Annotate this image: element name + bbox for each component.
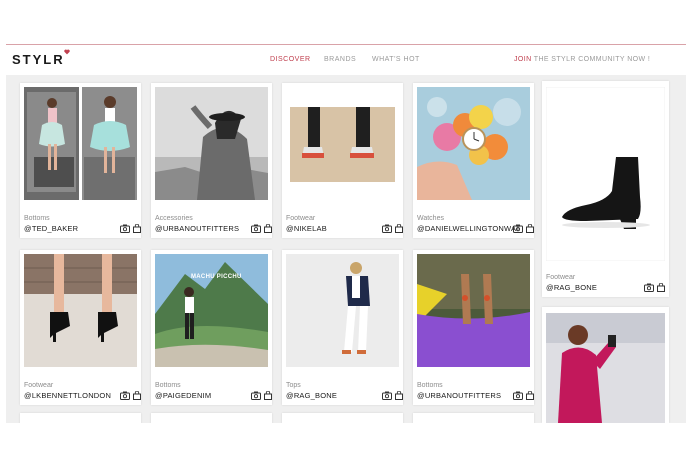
camera-icon[interactable]: [644, 283, 654, 292]
post-image[interactable]: [155, 254, 268, 367]
post-image[interactable]: [286, 254, 399, 367]
post-category: Tops: [286, 382, 301, 389]
post-card[interactable]: [151, 413, 272, 423]
post-card[interactable]: Watches @DANIELWELLINGTONWAT: [413, 83, 534, 238]
nav-discover[interactable]: DISCOVER: [270, 56, 311, 63]
post-category: Accessories: [155, 215, 193, 222]
post-image[interactable]: [417, 254, 530, 367]
post-category: Watches: [417, 215, 444, 222]
camera-icon[interactable]: [120, 391, 130, 400]
post-image[interactable]: [155, 87, 268, 200]
post-card[interactable]: [542, 307, 669, 423]
post-user[interactable]: @TED_BAKER: [24, 224, 78, 233]
camera-icon[interactable]: [382, 391, 392, 400]
post-image[interactable]: [546, 313, 665, 423]
post-user[interactable]: @NIKELAB: [286, 224, 327, 233]
post-image[interactable]: [417, 87, 530, 200]
image-caption: MACHU PICCHU: [191, 274, 242, 280]
post-image[interactable]: [546, 87, 665, 261]
post-user[interactable]: @LKBENNETTLONDON: [24, 391, 111, 400]
post-image[interactable]: [24, 254, 137, 367]
camera-icon[interactable]: [382, 224, 392, 233]
bag-icon[interactable]: [132, 224, 142, 233]
post-user[interactable]: @PAIGEDENIM: [155, 391, 211, 400]
post-card[interactable]: [413, 413, 534, 423]
post-user[interactable]: @RAG_BONE: [286, 391, 337, 400]
post-category: Footwear: [286, 215, 316, 222]
post-image[interactable]: [24, 87, 137, 200]
bag-icon[interactable]: [132, 391, 142, 400]
camera-icon[interactable]: [120, 224, 130, 233]
bag-icon[interactable]: [263, 391, 273, 400]
post-category: Bottoms: [417, 382, 443, 389]
bag-icon[interactable]: [525, 391, 535, 400]
post-category: Bottoms: [155, 382, 181, 389]
bag-icon[interactable]: [263, 224, 273, 233]
post-image[interactable]: [286, 87, 399, 200]
join-text: THE STYLR COMMUNITY NOW !: [531, 56, 651, 63]
post-card[interactable]: Bottoms @URBANOUTFITTERS: [413, 250, 534, 405]
post-card[interactable]: [282, 413, 403, 423]
post-card[interactable]: Footwear @NIKELAB: [282, 83, 403, 238]
post-card[interactable]: [20, 413, 141, 423]
post-category: Footwear: [24, 382, 54, 389]
bag-icon[interactable]: [656, 283, 666, 292]
bag-icon[interactable]: [525, 224, 535, 233]
post-category: Footwear: [546, 274, 576, 281]
nav-brands[interactable]: BRANDS: [324, 56, 356, 63]
post-card[interactable]: Tops @RAG_BONE: [282, 250, 403, 405]
heart-icon: [64, 49, 70, 55]
post-category: Bottoms: [24, 215, 50, 222]
post-user[interactable]: @RAG_BONE: [546, 283, 597, 292]
camera-icon[interactable]: [513, 224, 523, 233]
post-card[interactable]: Footwear @LKBENNETTLONDON: [20, 250, 141, 405]
post-card[interactable]: MACHU PICCHU Bottoms @PAIGEDENIM: [151, 250, 272, 405]
app-frame: STYLR DISCOVER BRANDS WHAT'S HOT JOIN TH…: [6, 44, 686, 423]
nav-whats-hot[interactable]: WHAT'S HOT: [372, 56, 420, 63]
post-user[interactable]: @DANIELWELLINGTONWAT: [417, 224, 520, 233]
join-highlight: JOIN: [514, 56, 532, 63]
post-card[interactable]: Accessories @URBANOUTFITTERS: [151, 83, 272, 238]
post-card[interactable]: Bottoms @TED_BAKER: [20, 83, 141, 238]
camera-icon[interactable]: [251, 224, 261, 233]
camera-icon[interactable]: [251, 391, 261, 400]
bag-icon[interactable]: [394, 224, 404, 233]
stylr-logo[interactable]: STYLR: [12, 52, 65, 67]
join-community-link[interactable]: JOIN THE STYLR COMMUNITY NOW !: [514, 56, 650, 63]
post-card[interactable]: Footwear @RAG_BONE: [542, 81, 669, 297]
bag-icon[interactable]: [394, 391, 404, 400]
post-user[interactable]: @URBANOUTFITTERS: [417, 391, 501, 400]
post-user[interactable]: @URBANOUTFITTERS: [155, 224, 239, 233]
camera-icon[interactable]: [513, 391, 523, 400]
top-navbar: STYLR DISCOVER BRANDS WHAT'S HOT JOIN TH…: [6, 45, 686, 75]
